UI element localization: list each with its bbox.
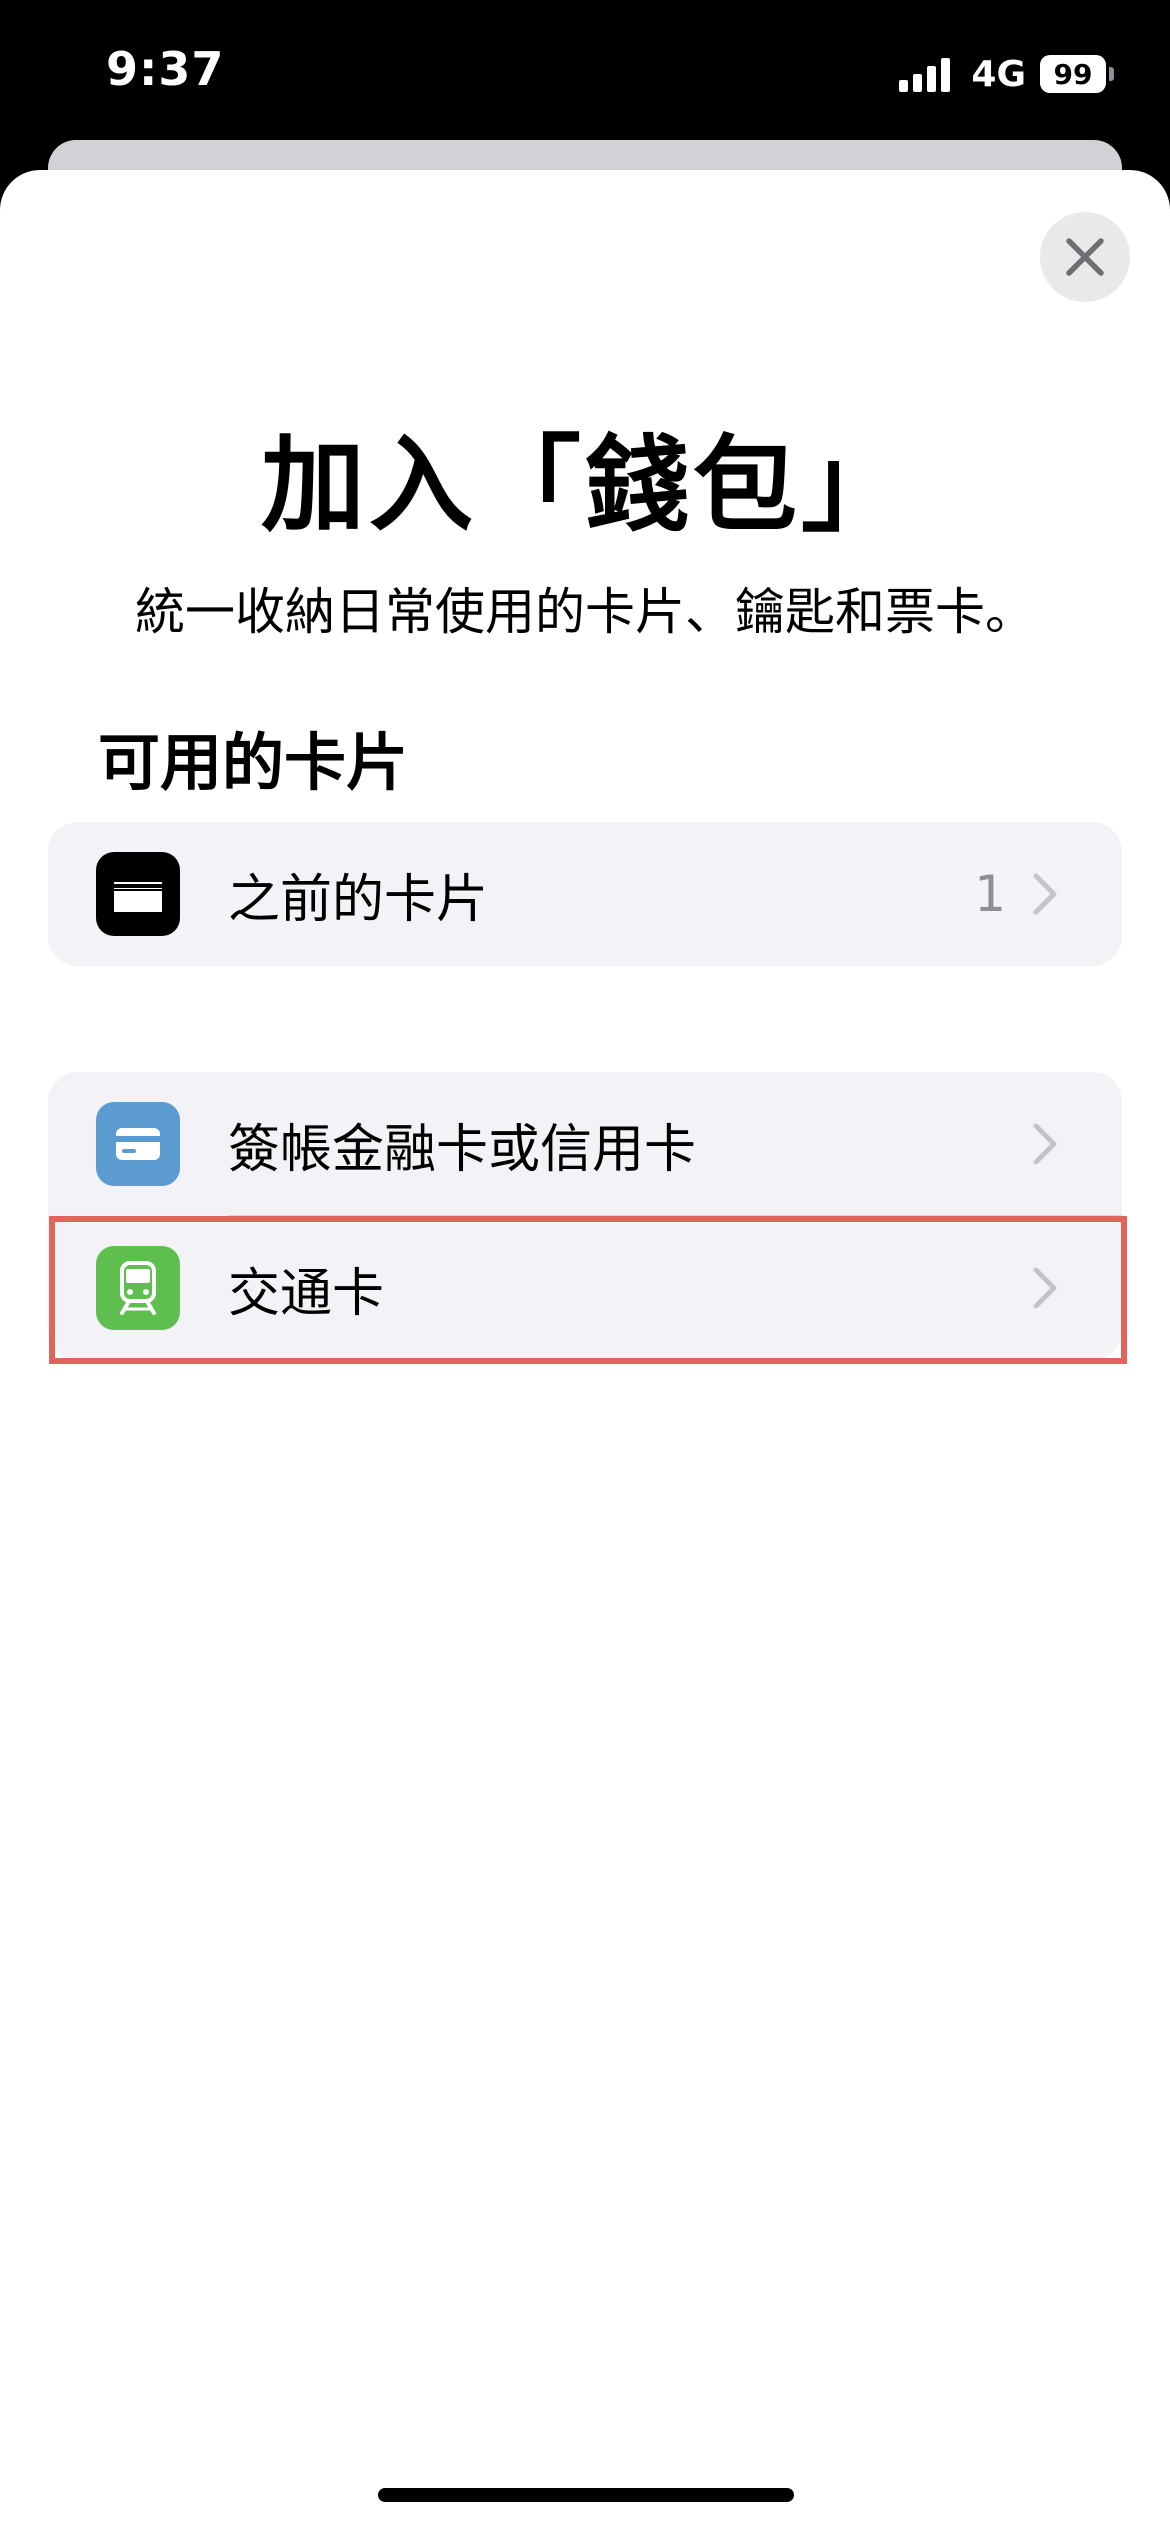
battery-icon: 99 (1040, 55, 1114, 93)
previous-cards-count: 1 (974, 865, 1006, 923)
add-card-options-group: 簽帳金融卡或信用卡 交通卡 (48, 1072, 1122, 1360)
status-indicators: 4G 99 (899, 50, 1114, 98)
status-time: 9:37 (106, 42, 225, 96)
available-cards-heading: 可用的卡片 (98, 726, 409, 799)
debit-credit-card-row[interactable]: 簽帳金融卡或信用卡 (48, 1072, 1122, 1217)
chevron-right-icon (1033, 1123, 1057, 1165)
battery-tip (1109, 67, 1114, 81)
previous-cards-group: 之前的卡片 1 (48, 822, 1122, 966)
network-type: 4G (971, 53, 1026, 95)
page-subtitle: 統一收納日常使用的卡片、鑰匙和票卡。 (135, 583, 1035, 641)
chevron-right-icon (1033, 1267, 1057, 1309)
debit-credit-card-label: 簽帳金融卡或信用卡 (228, 1119, 697, 1180)
close-button[interactable] (1040, 212, 1130, 302)
transit-card-label: 交通卡 (228, 1263, 385, 1324)
battery-level: 99 (1040, 55, 1106, 93)
previous-cards-label: 之前的卡片 (228, 869, 489, 930)
previous-cards-row[interactable]: 之前的卡片 1 (48, 822, 1122, 966)
status-bar: 9:37 4G 99 (0, 0, 1170, 140)
transit-card-row[interactable]: 交通卡 (48, 1216, 1122, 1360)
cellular-signal-icon (899, 56, 955, 92)
home-indicator[interactable] (378, 2488, 794, 2502)
wallet-icon (96, 852, 180, 936)
page-title: 加入「錢包」 (260, 424, 909, 546)
close-icon (1066, 238, 1104, 276)
train-icon (96, 1246, 180, 1330)
chevron-right-icon (1033, 873, 1057, 915)
credit-card-icon (96, 1102, 180, 1186)
